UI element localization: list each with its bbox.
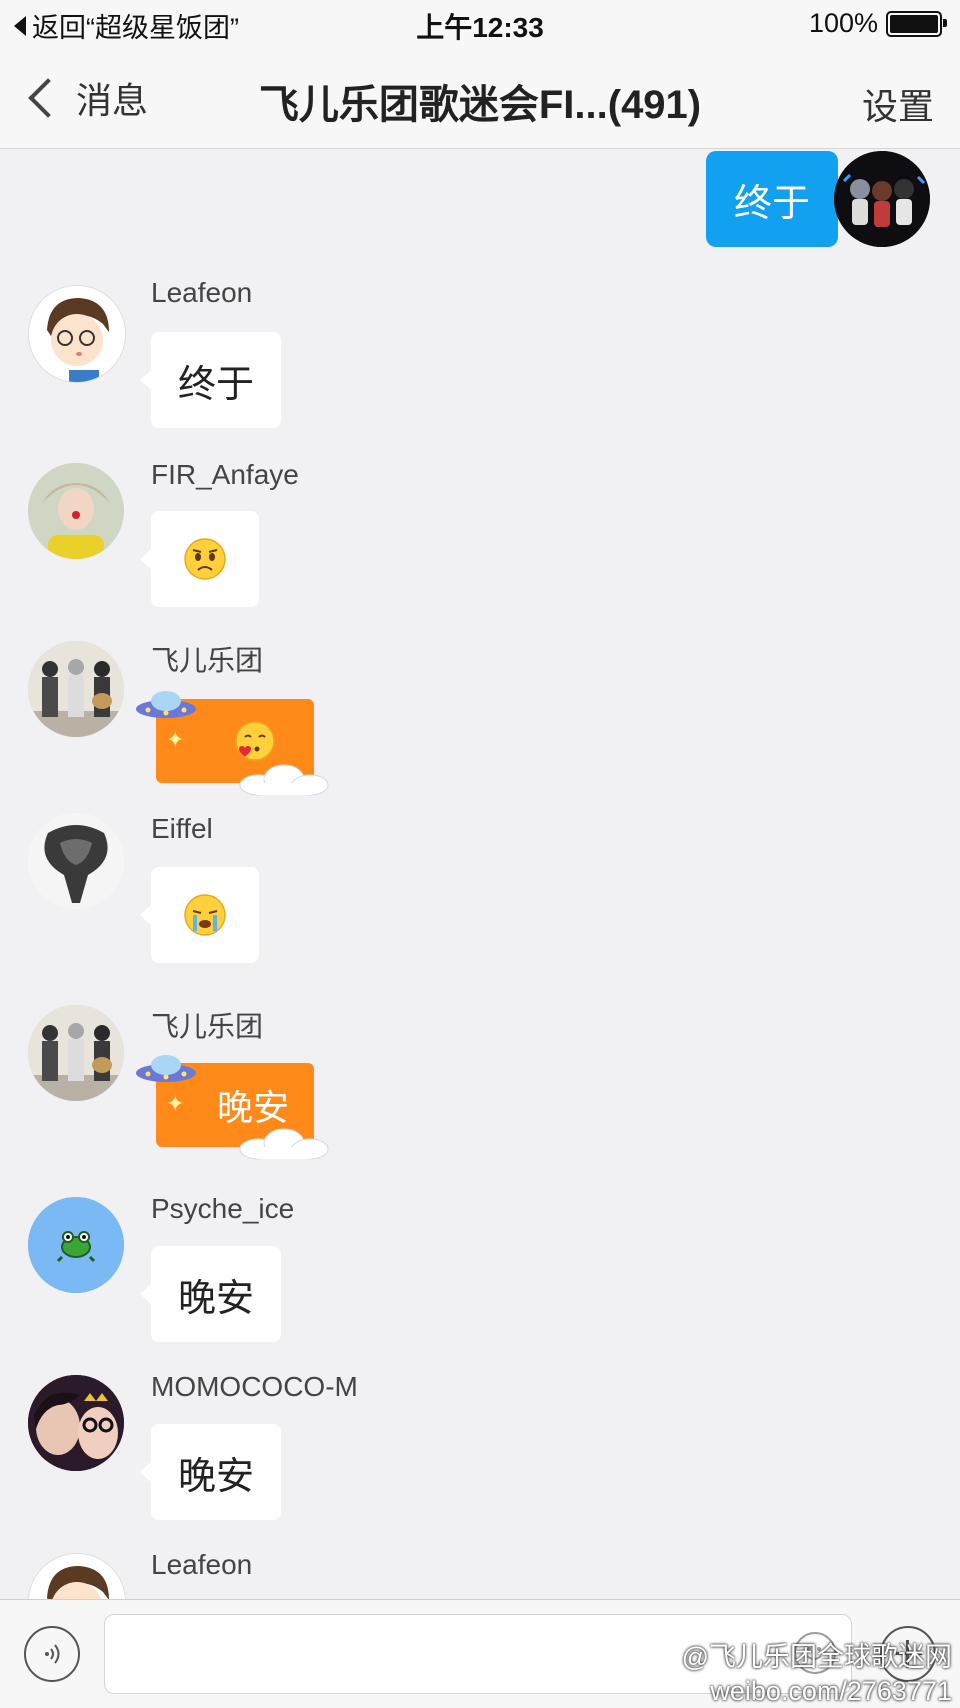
- user-avatar[interactable]: [28, 813, 124, 909]
- cloud-icon: [239, 1128, 329, 1160]
- sender-name: Leafeon: [151, 1549, 253, 1580]
- watermark-url: weibo.com/2763771: [710, 1676, 952, 1706]
- battery-indicator: 100%: [808, 8, 947, 39]
- status-bar: 返回“超级星饭团” 上午12:33 100%: [0, 0, 960, 48]
- cartoon-band-avatar-icon: [834, 151, 930, 247]
- my-avatar[interactable]: [834, 151, 930, 247]
- message-bubble[interactable]: 终于: [140, 332, 281, 428]
- girl-photo-avatar-icon: [28, 463, 124, 559]
- sparkle-icon: ✦: [166, 727, 185, 752]
- message-bubble[interactable]: [140, 867, 259, 963]
- user-avatar[interactable]: [28, 1375, 124, 1471]
- my-message-bubble[interactable]: 终于: [706, 151, 850, 247]
- user-avatar[interactable]: [28, 641, 124, 737]
- user-avatar[interactable]: [28, 1197, 124, 1293]
- group-title: 飞儿乐团歌迷会FI...(491): [258, 83, 702, 127]
- watermark-handle: @飞儿乐团全球歌迷网: [681, 1642, 952, 1672]
- user-avatar[interactable]: [28, 1005, 124, 1101]
- sender-name: Psyche_ice: [151, 1193, 295, 1224]
- message-bubble[interactable]: 晚安: [140, 1424, 281, 1520]
- band-photo-avatar-icon: [28, 1005, 124, 1101]
- navigation-bar: 消息 飞儿乐团歌迷会FI...(491) 设置: [0, 48, 960, 149]
- cloud-icon: [239, 764, 329, 796]
- sender-name: 飞儿乐团: [151, 1011, 264, 1042]
- message-bubble[interactable]: 晚安: [140, 1246, 281, 1342]
- kissing-heart-emoji-icon: [235, 721, 275, 761]
- sparkle-icon: ✦: [166, 1091, 185, 1116]
- chat-message-list[interactable]: 终于 Leafeon 终于 FIR_Anfaye 飞儿乐团 ✦ Eiffel 飞…: [0, 149, 960, 1599]
- dark-art-avatar-icon: [28, 813, 124, 909]
- sender-name: FIR_Anfaye: [151, 459, 299, 490]
- message-bubble[interactable]: [140, 511, 259, 607]
- sender-name: Eiffel: [151, 813, 213, 844]
- fan-message-bubble[interactable]: ✦: [136, 691, 329, 796]
- voice-wave-icon: [45, 1644, 60, 1664]
- selfie-avatar-icon: [28, 1375, 124, 1471]
- band-photo-avatar-icon: [28, 641, 124, 737]
- sender-name: Leafeon: [151, 277, 253, 308]
- user-avatar[interactable]: [28, 1553, 126, 1599]
- pleading-face-emoji-icon: [184, 538, 226, 580]
- ufo-icon: [136, 691, 196, 718]
- sender-name: MOMOCOCO-M: [151, 1371, 358, 1402]
- weibo-watermark: @飞儿乐团全球歌迷网 weibo.com/2763771: [600, 1640, 960, 1708]
- fan-message-text: 晚安: [216, 1087, 289, 1128]
- user-avatar[interactable]: [28, 463, 124, 559]
- ufo-icon: [136, 1055, 196, 1082]
- cartoon-boy-avatar-icon: [29, 1554, 125, 1599]
- battery-percent: 100%: [808, 8, 878, 38]
- cartoon-boy-avatar-icon: [29, 286, 125, 382]
- voice-input-button[interactable]: [24, 1626, 80, 1682]
- frog-avatar-icon: [28, 1197, 124, 1293]
- settings-button[interactable]: 设置: [862, 78, 934, 130]
- fan-message-bubble[interactable]: ✦ 晚安: [136, 1055, 329, 1160]
- sender-name: 飞儿乐团: [151, 645, 264, 676]
- user-avatar[interactable]: [28, 285, 126, 383]
- crying-face-emoji-icon: [184, 894, 226, 936]
- battery-icon: [886, 10, 947, 37]
